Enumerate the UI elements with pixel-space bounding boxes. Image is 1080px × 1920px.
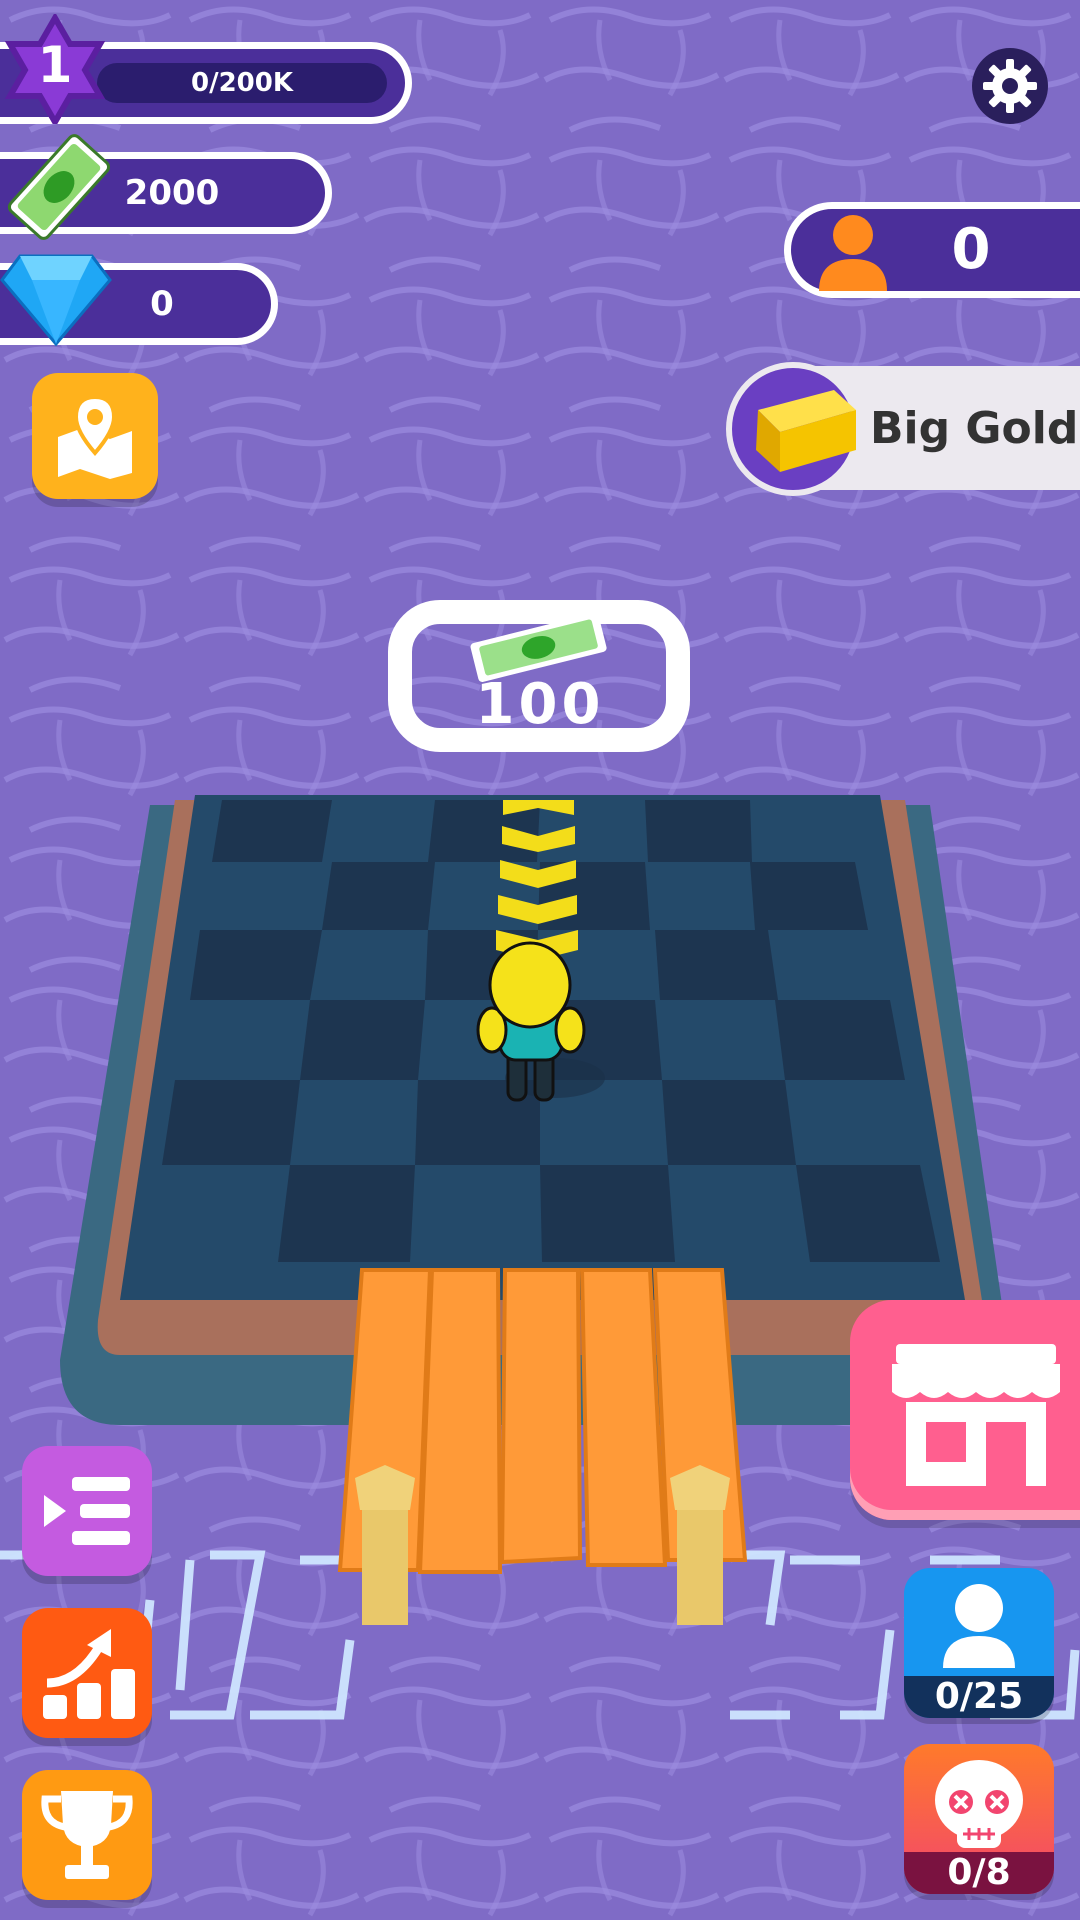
map-pin-icon — [58, 394, 132, 479]
population-count: 0 — [951, 217, 991, 282]
gear-icon — [983, 59, 1037, 113]
money-bill-icon — [7, 134, 111, 240]
big-gold-bonus-button[interactable]: Big Gold — [726, 362, 1080, 496]
user-icon — [943, 1584, 1015, 1668]
upgrade-button[interactable] — [22, 1608, 152, 1738]
enemies-count: 0/8 — [947, 1852, 1011, 1893]
gold-bar-icon — [756, 390, 856, 472]
trophy-icon — [41, 1791, 133, 1879]
upgrade-chart-icon — [43, 1629, 135, 1719]
shop-button[interactable] — [850, 1300, 1080, 1520]
price-pad-value: 100 — [475, 672, 605, 737]
diamond-icon — [0, 254, 112, 347]
skull-icon — [935, 1760, 1023, 1848]
gems-amount: 0 — [150, 284, 174, 324]
workers-count: 0/25 — [934, 1676, 1024, 1717]
level-badge: 1 — [0, 11, 110, 129]
enemies-button[interactable]: 0/8 — [904, 1744, 1054, 1894]
shop-storefront-icon — [892, 1344, 1060, 1486]
list-menu-icon — [44, 1477, 130, 1545]
trophy-button[interactable] — [22, 1770, 152, 1900]
settings-button[interactable] — [972, 48, 1048, 124]
map-button[interactable] — [32, 373, 158, 499]
bonus-label: Big Gold — [870, 403, 1079, 454]
cash-amount: 2000 — [124, 173, 220, 213]
level-number: 1 — [37, 36, 73, 94]
workers-button[interactable]: 0/25 — [904, 1568, 1054, 1718]
bonus-icon-circle — [726, 362, 860, 496]
xp-progress-text: 0/200K — [190, 68, 293, 98]
population-counter: 0 — [784, 202, 1080, 298]
person-icon — [819, 215, 887, 291]
menu-button[interactable] — [22, 1446, 152, 1576]
